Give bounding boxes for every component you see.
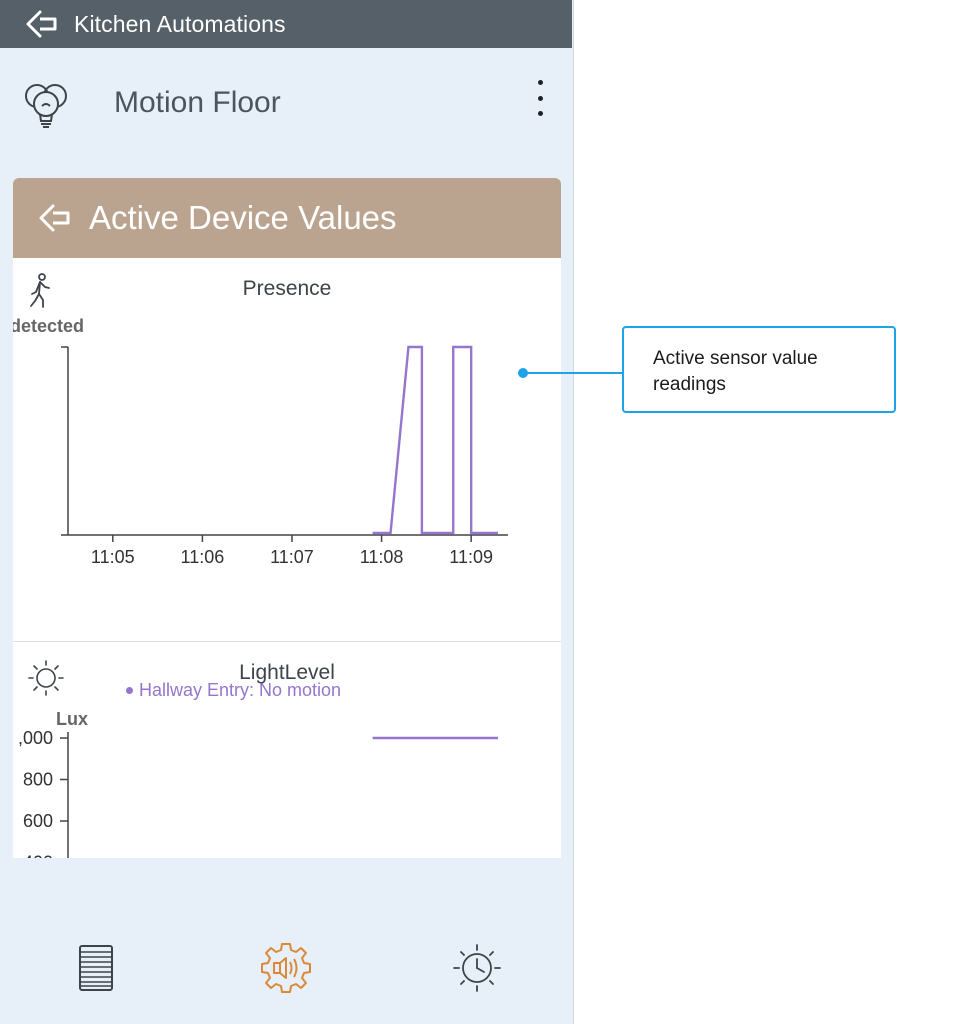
card-back-button[interactable] bbox=[37, 200, 73, 236]
callout-connector bbox=[523, 372, 623, 374]
presence-x-tick-label: 11:08 bbox=[360, 547, 404, 567]
presence-x-tick-label: 11:05 bbox=[91, 547, 135, 567]
list-icon bbox=[79, 945, 113, 991]
arrow-left-icon bbox=[39, 204, 70, 232]
kebab-menu-icon[interactable] bbox=[526, 80, 554, 116]
back-button[interactable] bbox=[24, 6, 60, 42]
presence-chart-title: Presence bbox=[242, 277, 332, 300]
bottom-nav bbox=[0, 930, 572, 1010]
presence-chart: Presence detected 11:05 11:06 11:07 11:08 11… bbox=[13, 258, 561, 700]
annotation-callout: Active sensor value readings bbox=[622, 326, 896, 413]
app-title: Kitchen Automations bbox=[74, 10, 286, 37]
presence-plot: detected 11:05 11:06 11:07 11:08 11:09 bbox=[13, 316, 508, 567]
arrow-left-icon bbox=[26, 10, 57, 38]
light-y-tick-label: ,000 bbox=[18, 728, 53, 748]
presence-x-tick-label: 11:06 bbox=[181, 547, 225, 567]
nav-schedule-button[interactable] bbox=[449, 940, 505, 996]
presence-series-line bbox=[372, 345, 499, 535]
device-name: Motion Floor bbox=[114, 86, 281, 119]
presence-x-tick-label: 11:09 bbox=[449, 547, 493, 567]
light-y-tick-label: 800 bbox=[23, 770, 53, 790]
gear-sound-icon bbox=[261, 943, 311, 993]
light-chart: LightLevel Lux ,000 800 600 400 bbox=[13, 642, 561, 858]
nav-automation-button[interactable] bbox=[258, 940, 314, 996]
light-plot: Lux ,000 800 600 400 bbox=[18, 709, 499, 859]
card-title: Active Device Values bbox=[89, 199, 397, 236]
phone-screen: Kitchen Automations Motion Floor Active … bbox=[0, 0, 574, 1024]
light-y-tick-label: 400 bbox=[23, 853, 53, 859]
light-chart-title: LightLevel bbox=[239, 661, 335, 684]
light-y-tick-label: 600 bbox=[23, 811, 53, 831]
clock-sun-icon bbox=[453, 944, 501, 992]
callout-text: Active sensor value readings bbox=[653, 348, 818, 395]
light-y-label: Lux bbox=[56, 709, 88, 729]
light-bulbs-icon bbox=[20, 80, 72, 130]
top-bar: Kitchen Automations bbox=[0, 0, 572, 48]
presence-x-tick-label: 11:07 bbox=[270, 547, 314, 567]
active-values-card: Active Device Values Presence detected 1… bbox=[13, 178, 561, 858]
nav-list-button[interactable] bbox=[68, 940, 124, 996]
presence-y-label: detected bbox=[13, 316, 84, 336]
device-header: Motion Floor bbox=[0, 48, 572, 158]
card-header: Active Device Values bbox=[13, 178, 561, 258]
